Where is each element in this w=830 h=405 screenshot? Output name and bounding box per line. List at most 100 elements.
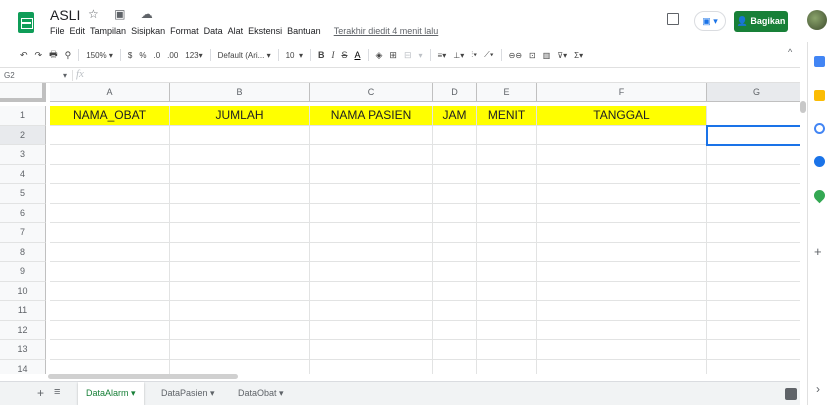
cell-g12[interactable]	[707, 321, 800, 340]
vertical-align-icon[interactable]: ⊥▾	[453, 51, 464, 60]
cell-b8[interactable]	[170, 242, 310, 262]
cell-d10[interactable]	[433, 281, 477, 301]
cell-a8[interactable]	[50, 242, 170, 262]
cell-g7[interactable]	[707, 223, 800, 243]
cell-d7[interactable]	[433, 223, 477, 243]
cell-g4[interactable]	[707, 165, 800, 184]
cell-b6[interactable]	[170, 203, 310, 223]
cell-f13[interactable]	[537, 340, 707, 360]
comment-history-icon[interactable]	[667, 13, 679, 25]
cell-c7[interactable]	[310, 223, 433, 243]
insert-link-icon[interactable]: ⊖⊖	[509, 51, 522, 60]
select-all-corner[interactable]	[0, 83, 46, 102]
cell-b9[interactable]	[170, 262, 310, 282]
cell-a3[interactable]	[50, 145, 170, 165]
cell-c9[interactable]	[310, 262, 433, 282]
cell-a10[interactable]	[50, 281, 170, 301]
menu-item-ekstensi[interactable]: Ekstensi	[248, 26, 282, 36]
maps-icon[interactable]	[811, 187, 828, 204]
cell-f4[interactable]	[537, 164, 707, 184]
cell-e13[interactable]	[477, 340, 537, 360]
bold-button[interactable]: B	[318, 50, 325, 60]
row-header-10[interactable]: 10	[0, 281, 46, 301]
percent-button[interactable]: %	[139, 51, 146, 60]
text-color-button[interactable]: A	[354, 50, 360, 60]
merge-cells-icon[interactable]: ⊟	[404, 50, 412, 61]
cell-e14[interactable]	[477, 359, 537, 374]
menu-item-sisipkan[interactable]: Sisipkan	[131, 26, 165, 36]
cell-f2[interactable]	[537, 125, 707, 145]
last-edit-link[interactable]: Terakhir diedit 4 menit lalu	[334, 26, 439, 36]
cell-d13[interactable]	[433, 340, 477, 360]
cell-f14[interactable]	[537, 359, 707, 374]
title-actions-icons[interactable]: ☆ ▣ ☁	[88, 7, 159, 21]
sheet-tab-0[interactable]: DataAlarm ▾	[78, 382, 144, 405]
cell-b1[interactable]: JUMLAH	[170, 106, 310, 126]
row-header-14[interactable]: 14	[0, 359, 46, 374]
horizontal-scrollbar[interactable]	[48, 374, 238, 379]
calendar-icon[interactable]	[814, 56, 825, 67]
cell-b7[interactable]	[170, 223, 310, 243]
cell-b2[interactable]	[170, 125, 310, 145]
cell-e9[interactable]	[477, 262, 537, 282]
cell-e1[interactable]: MENIT	[477, 106, 537, 126]
paint-format-icon[interactable]: ⚲	[65, 50, 72, 61]
cell-f6[interactable]	[537, 203, 707, 223]
vertical-scrollbar[interactable]	[800, 101, 806, 113]
cell-b14[interactable]	[170, 359, 310, 374]
expand-panel-icon[interactable]: ›	[816, 382, 820, 396]
cell-d9[interactable]	[433, 262, 477, 282]
cell-e2[interactable]	[477, 125, 537, 145]
cell-g8[interactable]	[707, 243, 800, 262]
font-size-select[interactable]: 10 ▾	[286, 51, 303, 60]
cell-d11[interactable]	[433, 301, 477, 321]
zoom-select[interactable]: 150% ▾	[86, 51, 113, 60]
functions-icon[interactable]: Σ▾	[574, 51, 583, 60]
cell-a14[interactable]	[50, 359, 170, 374]
fill-color-icon[interactable]: ◈	[376, 50, 383, 61]
cell-e4[interactable]	[477, 164, 537, 184]
share-button[interactable]: 👤 Bagikan	[734, 11, 788, 32]
text-wrap-icon[interactable]: ⫶▾	[471, 50, 477, 60]
row-header-2[interactable]: 2	[0, 125, 46, 145]
cell-e3[interactable]	[477, 145, 537, 165]
menu-item-edit[interactable]: Edit	[70, 26, 86, 36]
undo-icon[interactable]: ↶	[20, 50, 28, 61]
column-header-g[interactable]: G	[707, 83, 800, 102]
cell-f9[interactable]	[537, 262, 707, 282]
cell-g9[interactable]	[707, 262, 800, 282]
cell-b10[interactable]	[170, 281, 310, 301]
cell-d5[interactable]	[433, 184, 477, 204]
cell-c4[interactable]	[310, 164, 433, 184]
cell-a4[interactable]	[50, 164, 170, 184]
menu-item-data[interactable]: Data	[204, 26, 223, 36]
cell-a12[interactable]	[50, 320, 170, 340]
column-header-e[interactable]: E	[477, 83, 537, 102]
cell-d14[interactable]	[433, 359, 477, 374]
cell-b12[interactable]	[170, 320, 310, 340]
cell-f3[interactable]	[537, 145, 707, 165]
merge-dropdown-icon[interactable]: ▾	[419, 51, 423, 60]
add-addon-button[interactable]: +	[814, 244, 822, 259]
cell-e8[interactable]	[477, 242, 537, 262]
row-header-3[interactable]: 3	[0, 145, 46, 165]
row-header-1[interactable]: 1	[0, 106, 46, 126]
cell-b13[interactable]	[170, 340, 310, 360]
cell-c8[interactable]	[310, 242, 433, 262]
cell-g3[interactable]	[707, 145, 800, 165]
cell-d3[interactable]	[433, 145, 477, 165]
menu-item-bantuan[interactable]: Bantuan	[287, 26, 321, 36]
present-button[interactable]: ▣ ▾	[694, 11, 726, 31]
cell-f11[interactable]	[537, 301, 707, 321]
row-header-6[interactable]: 6	[0, 203, 46, 223]
cell-d4[interactable]	[433, 164, 477, 184]
cell-e6[interactable]	[477, 203, 537, 223]
italic-button[interactable]: I	[331, 50, 334, 60]
cell-c2[interactable]	[310, 125, 433, 145]
horizontal-align-icon[interactable]: ≡▾	[438, 51, 447, 60]
column-header-b[interactable]: B	[170, 83, 310, 102]
cell-f8[interactable]	[537, 242, 707, 262]
row-header-11[interactable]: 11	[0, 301, 46, 321]
cell-b4[interactable]	[170, 164, 310, 184]
decrease-decimal-button[interactable]: .0	[153, 51, 160, 60]
